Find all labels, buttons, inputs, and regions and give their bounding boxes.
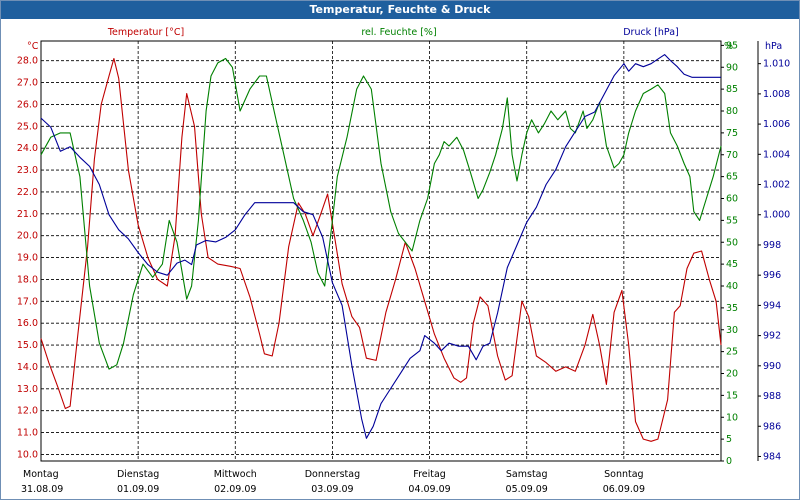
temperature-tick: 28.0 — [17, 56, 38, 67]
pressure-tick: 994 — [763, 300, 781, 311]
humidity-tick: 10 — [726, 412, 738, 423]
temperature-tick: 14.0 — [17, 362, 38, 373]
temperature-ticks: 10.0 11.0 12.0 13.0 14.0 15.0 16.0 17.0 18.0 19.0… — [17, 56, 38, 461]
pressure-tick: 1.010 — [763, 59, 790, 70]
day-label: Freitag — [413, 469, 446, 480]
plot-border — [40, 40, 722, 462]
humidity-unit: % — [724, 41, 733, 52]
pressure-tick: 1.004 — [763, 149, 790, 160]
temperature-tick: 16.0 — [17, 318, 38, 329]
pressure-tick: 986 — [763, 421, 781, 432]
pressure-tick: 1.008 — [763, 89, 790, 100]
humidity-tick: 30 — [726, 325, 738, 336]
day-label: Sonntag — [604, 469, 643, 480]
temperature-tick: 27.0 — [17, 78, 38, 89]
pressure-tick: 988 — [763, 391, 781, 402]
temperature-tick: 25.0 — [17, 121, 38, 132]
date-ticks: Montag 31.08.09 Dienstag 01.09.09 Mittwoch 02… — [21, 469, 645, 495]
date-label: 03.09.09 — [311, 484, 353, 495]
pressure-series-line — [40, 54, 721, 439]
pressure-tick: 1.002 — [763, 180, 790, 191]
legend-temperature: Temperatur [°C] — [107, 27, 184, 38]
temperature-tick: 10.0 — [17, 449, 38, 460]
temperature-tick: 13.0 — [17, 384, 38, 395]
day-label: Mittwoch — [214, 469, 257, 480]
humidity-tick: 85 — [726, 84, 738, 95]
date-label: 06.09.09 — [603, 484, 645, 495]
temperature-tick: 11.0 — [17, 428, 38, 439]
humidity-tick: 80 — [726, 106, 738, 117]
humidity-tick: 75 — [726, 128, 738, 139]
temperature-series-line — [40, 57, 722, 442]
temperature-tick: 24.0 — [17, 143, 38, 154]
humidity-tick: 45 — [726, 259, 738, 270]
humidity-tick: 20 — [726, 369, 738, 380]
date-label: 01.09.09 — [117, 484, 159, 495]
temperature-tick: 22.0 — [17, 187, 38, 198]
temperature-tick: 19.0 — [17, 253, 38, 264]
humidity-tick: 60 — [726, 194, 738, 205]
pressure-tick: 984 — [763, 451, 781, 462]
humidity-tick: 15 — [726, 390, 738, 401]
pressure-tick: 992 — [763, 331, 781, 342]
humidity-tick: 90 — [726, 62, 738, 73]
day-label: Samstag — [506, 469, 548, 480]
day-label: Donnerstag — [305, 469, 360, 480]
pressure-tick: 998 — [763, 240, 781, 251]
temperature-tick: 17.0 — [17, 296, 38, 307]
pressure-tick: 1.000 — [763, 210, 790, 221]
date-label: 02.09.09 — [214, 484, 256, 495]
humidity-tick: 0 — [726, 456, 732, 467]
humidity-tick: 35 — [726, 303, 738, 314]
temperature-tick: 26.0 — [17, 99, 38, 110]
date-label: 04.09.09 — [408, 484, 450, 495]
humidity-tick: 55 — [726, 215, 738, 226]
weather-chart: 10.0 11.0 12.0 13.0 14.0 15.0 16.0 17.0 18.0 19.0… — [17, 27, 790, 495]
temperature-tick: 21.0 — [17, 209, 38, 220]
chart-window: Temperatur, Feuchte & Druck 10.0 11.0 12.0… — [0, 0, 800, 500]
humidity-tick: 50 — [726, 237, 738, 248]
humidity-ticks: 05101520253035404550556065707580859095 — [721, 40, 738, 467]
humidity-tick: 5 — [726, 434, 732, 445]
chart-series — [40, 54, 722, 442]
pressure-unit: hPa — [765, 41, 782, 52]
date-label: 05.09.09 — [506, 484, 548, 495]
date-label: 31.08.09 — [21, 484, 63, 495]
temperature-tick: 12.0 — [17, 406, 38, 417]
temperature-tick: 15.0 — [17, 340, 38, 351]
pressure-tick: 996 — [763, 270, 781, 281]
temperature-unit: °C — [27, 41, 39, 52]
temperature-tick: 23.0 — [17, 165, 38, 176]
chart-grid — [41, 41, 721, 461]
humidity-tick: 70 — [726, 150, 738, 161]
humidity-tick: 25 — [726, 347, 738, 358]
pressure-tick: 1.006 — [763, 119, 790, 130]
chart-axes — [40, 40, 759, 462]
day-label: Montag — [23, 469, 59, 480]
temperature-tick: 20.0 — [17, 231, 38, 242]
pressure-tick: 990 — [763, 361, 781, 372]
day-label: Dienstag — [117, 469, 159, 480]
humidity-tick: 40 — [726, 281, 738, 292]
legend-humidity: rel. Feuchte [%] — [361, 27, 436, 38]
pressure-ticks: 984 986 988 990 992 994 996 998 1.000 1.002 1.004 1… — [758, 59, 790, 462]
humidity-tick: 65 — [726, 172, 738, 183]
temperature-tick: 18.0 — [17, 274, 38, 285]
legend-pressure: Druck [hPa] — [623, 27, 679, 38]
